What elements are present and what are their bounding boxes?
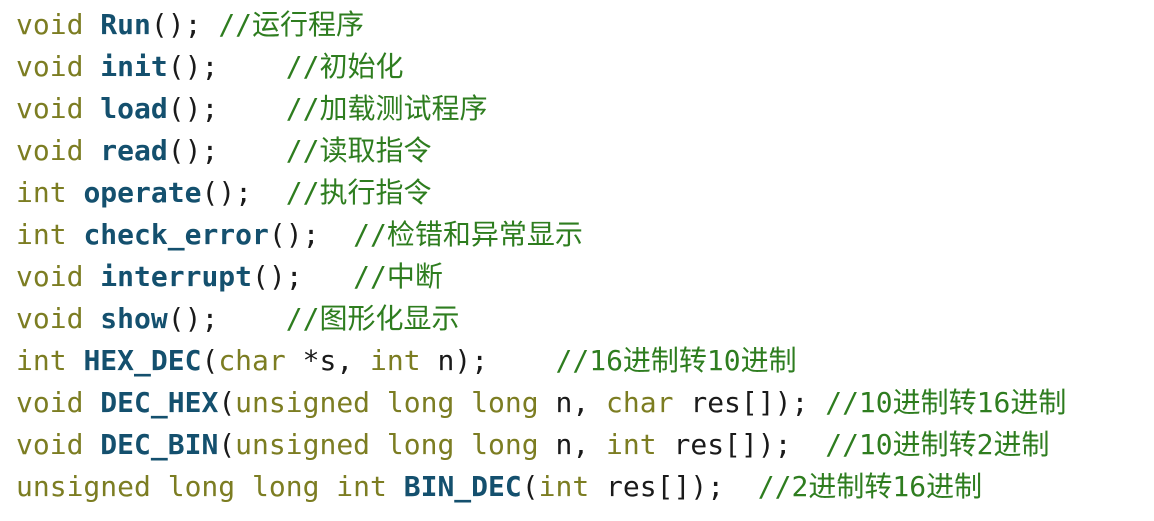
code-line: int operate(); //执行指令	[16, 172, 1154, 214]
open-paren: (	[252, 260, 269, 293]
statement-end: );	[184, 92, 219, 125]
comment-gap	[218, 134, 285, 167]
statement-end: );	[757, 428, 792, 461]
code-line: void DEC_BIN(unsigned long long n, int r…	[16, 424, 1154, 466]
comment-gap	[201, 8, 218, 41]
function-name: DEC_BIN	[100, 428, 219, 461]
comment-gap	[303, 260, 354, 293]
param-text: n,	[538, 386, 607, 419]
code-comment: //读取指令	[285, 134, 432, 167]
param-type: int	[606, 428, 657, 461]
param-type: char	[218, 344, 286, 377]
open-paren: (	[218, 428, 236, 461]
code-comment: //初始化	[285, 50, 404, 83]
comment-gap	[218, 92, 285, 125]
comment-gap	[252, 176, 286, 209]
code-block: void Run(); //运行程序 void init(); //初始化 void…	[0, 0, 1154, 508]
comment-gap	[724, 470, 758, 503]
function-name: load	[100, 92, 168, 125]
param-type: char	[606, 386, 674, 419]
open-paren: (	[268, 218, 286, 251]
return-type: int	[16, 218, 67, 251]
code-comment: //中断	[353, 260, 443, 293]
param-text: res[]	[656, 428, 758, 461]
code-comment: //10进制转16进制	[825, 386, 1067, 419]
open-paren: (	[201, 176, 219, 209]
statement-end: );	[454, 344, 489, 377]
statement-end: );	[268, 260, 303, 293]
return-type: void	[16, 260, 84, 293]
statement-end: );	[184, 302, 219, 335]
function-name: operate	[83, 176, 202, 209]
code-line: int check_error(); //检错和异常显示	[16, 214, 1154, 256]
statement-end: );	[184, 50, 219, 83]
code-line: void DEC_HEX(unsigned long long n, char …	[16, 382, 1154, 424]
code-line: void load(); //加载测试程序	[16, 88, 1154, 130]
param-type: unsigned long long	[235, 428, 539, 461]
param-type: int	[370, 344, 421, 377]
param-type: unsigned long long	[235, 386, 539, 419]
code-comment: //检错和异常显示	[353, 218, 583, 251]
return-type: void	[16, 92, 84, 125]
statement-end: );	[285, 218, 320, 251]
code-comment: //运行程序	[218, 8, 365, 41]
return-type: int	[16, 344, 67, 377]
function-name: HEX_DEC	[83, 344, 202, 377]
param-type: int	[538, 470, 590, 503]
open-paren: (	[521, 470, 539, 503]
param-text: *s,	[285, 344, 371, 377]
param-text: n	[420, 344, 455, 377]
return-type: unsigned long long int	[16, 470, 387, 503]
comment-gap	[218, 302, 285, 335]
comment-gap	[319, 218, 353, 251]
statement-end: );	[218, 176, 253, 209]
return-type: void	[16, 8, 84, 41]
open-paren: (	[150, 8, 168, 41]
function-name: Run	[100, 8, 151, 41]
code-line: void Run(); //运行程序	[16, 4, 1154, 46]
open-paren: (	[167, 92, 185, 125]
code-comment: //16进制转10进制	[555, 344, 797, 377]
param-text: res[]	[673, 386, 775, 419]
statement-end: );	[774, 386, 809, 419]
code-line: void read(); //读取指令	[16, 130, 1154, 172]
comment-gap	[218, 50, 285, 83]
code-comment: //2进制转16进制	[757, 470, 983, 503]
code-comment: //图形化显示	[285, 302, 460, 335]
param-text: res[]	[589, 470, 691, 503]
statement-end: );	[184, 134, 219, 167]
code-comment: //10进制转2进制	[825, 428, 1050, 461]
comment-gap	[792, 428, 826, 461]
code-line: void interrupt(); //中断	[16, 256, 1154, 298]
code-comment: //加载测试程序	[285, 92, 488, 125]
code-line: unsigned long long int BIN_DEC(int res[]…	[16, 466, 1154, 508]
return-type: void	[16, 50, 84, 83]
comment-gap	[488, 344, 555, 377]
function-name: show	[100, 302, 168, 335]
function-name: read	[100, 134, 168, 167]
function-name: interrupt	[100, 260, 253, 293]
open-paren: (	[218, 386, 236, 419]
code-comment: //执行指令	[285, 176, 432, 209]
code-line: void show(); //图形化显示	[16, 298, 1154, 340]
statement-end: );	[690, 470, 725, 503]
open-paren: (	[167, 302, 185, 335]
param-text: n,	[538, 428, 607, 461]
open-paren: (	[167, 134, 185, 167]
statement-end: );	[167, 8, 202, 41]
code-line: void init(); //初始化	[16, 46, 1154, 88]
return-type: int	[16, 176, 67, 209]
function-name: BIN_DEC	[403, 470, 522, 503]
return-type: void	[16, 386, 84, 419]
return-type: void	[16, 302, 84, 335]
code-line: int HEX_DEC(char *s, int n); //16进制转10进制	[16, 340, 1154, 382]
function-name: DEC_HEX	[100, 386, 219, 419]
function-name: check_error	[83, 218, 269, 251]
function-name: init	[100, 50, 168, 83]
open-paren: (	[201, 344, 219, 377]
return-type: void	[16, 428, 84, 461]
return-type: void	[16, 134, 84, 167]
comment-gap	[808, 386, 825, 419]
open-paren: (	[167, 50, 185, 83]
